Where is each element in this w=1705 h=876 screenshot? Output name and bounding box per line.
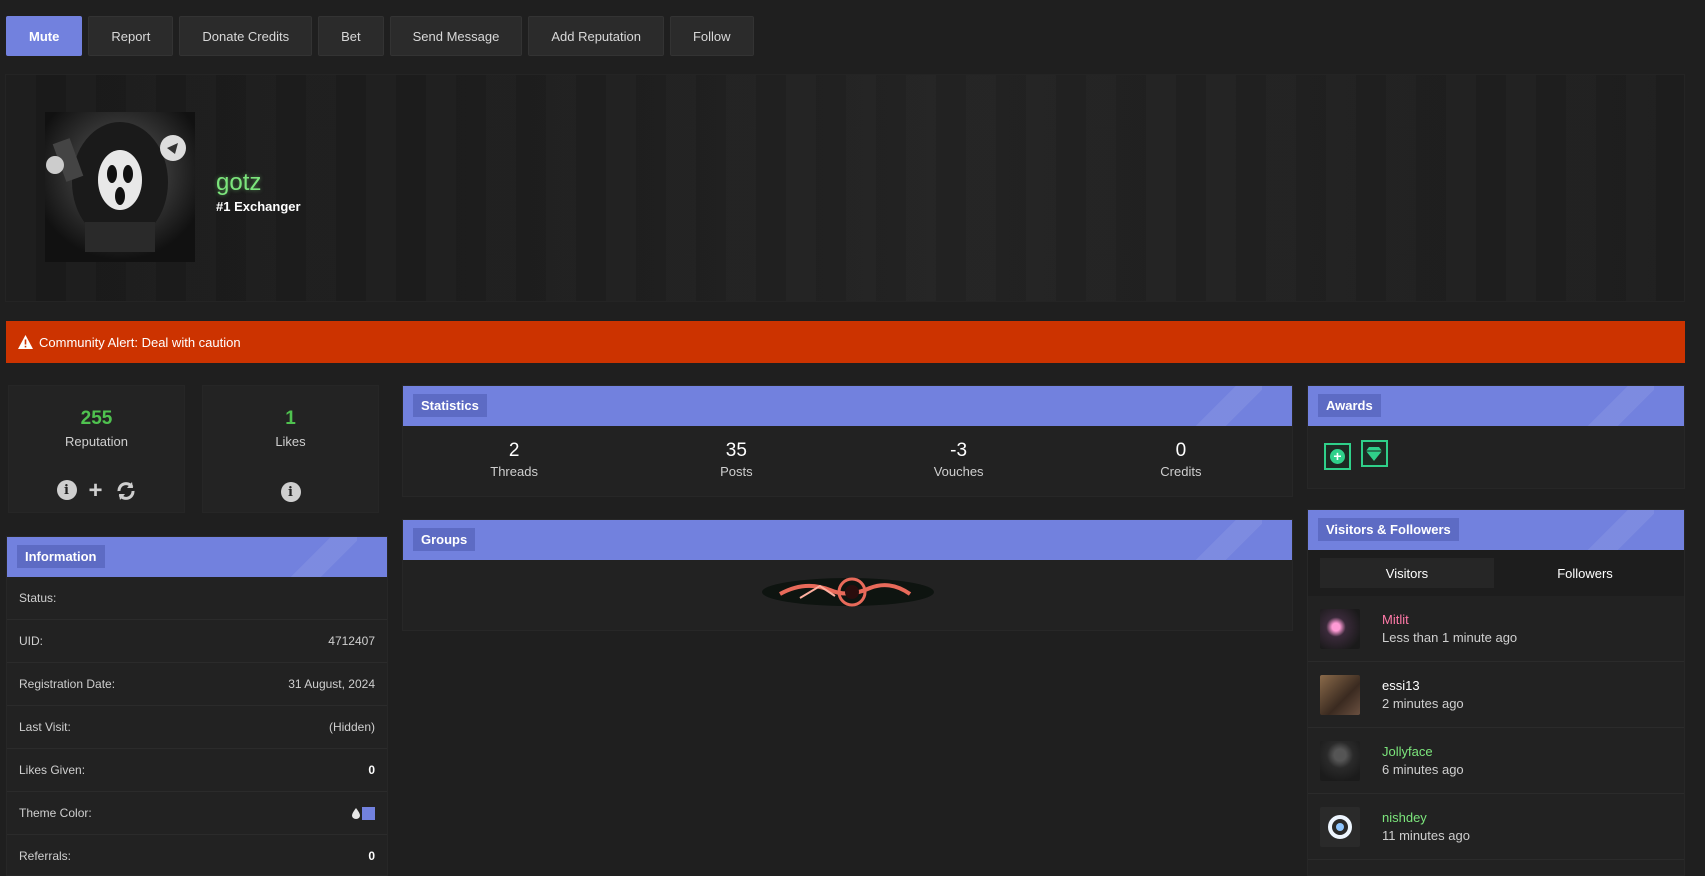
add-reputation-icon[interactable]: +: [85, 479, 107, 503]
donate-credits-button[interactable]: Donate Credits: [179, 16, 313, 56]
refresh-icon[interactable]: [115, 480, 137, 502]
droplet-icon[interactable]: [352, 807, 360, 819]
visitor-avatar: [1320, 806, 1360, 847]
likes-info-icon[interactable]: i: [280, 482, 301, 502]
visitor-time: 11 minutes ago: [1382, 828, 1470, 843]
warning-icon: [18, 335, 33, 349]
plus-badge-icon[interactable]: +: [1324, 442, 1351, 470]
follow-button[interactable]: Follow: [669, 16, 754, 56]
likes-label: Likes: [275, 434, 306, 449]
information-title: Information: [17, 545, 105, 568]
visitors-followers-title: Visitors & Followers: [1318, 518, 1459, 541]
visitor-time: 2 minutes ago: [1382, 696, 1464, 711]
alert-text: Community Alert: Deal with caution: [39, 334, 241, 350]
stat-posts: 35 Posts: [720, 440, 753, 479]
profile-banner: gotz #1 Exchanger: [5, 74, 1685, 302]
send-message-button[interactable]: Send Message: [389, 16, 523, 56]
groups-panel: Groups: [402, 519, 1293, 631]
report-button[interactable]: Report: [88, 16, 174, 56]
info-row-referrals: Referrals: 0: [7, 835, 387, 876]
groups-title: Groups: [413, 528, 476, 551]
visitor-avatar: [1320, 740, 1360, 781]
tab-visitors[interactable]: Visitors: [1320, 558, 1494, 588]
visitor-time: 6 minutes ago: [1382, 762, 1464, 777]
diamond-badge-icon[interactable]: [1360, 440, 1388, 467]
awards-title: Awards: [1318, 394, 1381, 417]
visitor-item[interactable]: essi13 2 minutes ago: [1308, 662, 1684, 728]
visitor-name[interactable]: Mitlit: [1382, 612, 1517, 627]
stat-credits: 0 Credits: [1160, 440, 1202, 479]
visitor-avatar: [1320, 608, 1360, 649]
visitor-avatar: [1320, 674, 1360, 715]
reputation-info-icon[interactable]: i: [56, 480, 77, 500]
info-row-registration-date: Registration Date: 31 August, 2024: [7, 663, 387, 706]
likes-box: 1 Likes i: [202, 385, 379, 513]
profile-username: gotz: [216, 169, 262, 196]
information-panel: Information Status: UID: 4712407 Registra…: [6, 536, 388, 876]
info-row-last-visit: Last Visit: (Hidden): [7, 706, 387, 749]
reputation-value: 255: [80, 408, 113, 429]
tab-followers[interactable]: Followers: [1498, 558, 1672, 588]
ghostface-avatar-image: [46, 122, 186, 252]
awards-panel: Awards +: [1307, 385, 1685, 489]
visitors-followers-panel: Visitors & Followers Visitors Followers …: [1307, 509, 1685, 876]
likes-value: 1: [285, 408, 296, 429]
statistics-title: Statistics: [413, 394, 487, 417]
statistics-panel: Statistics 2 Threads 35 Posts -3 Vouches 0C…: [402, 385, 1293, 497]
stat-threads: 2 Threads: [490, 440, 538, 479]
info-row-theme-color: Theme Color:: [7, 792, 387, 835]
profile-user-title: #1 Exchanger: [216, 199, 301, 214]
reputation-box: 255 Reputation i +: [8, 385, 185, 513]
bet-button[interactable]: Bet: [318, 16, 384, 56]
stat-vouches: -3 Vouches: [933, 440, 984, 479]
reputation-label: Reputation: [65, 434, 128, 449]
mute-button[interactable]: Mute: [6, 16, 83, 56]
visitor-item[interactable]: nishdey 11 minutes ago: [1308, 794, 1684, 860]
group-badge-image[interactable]: [760, 572, 936, 612]
info-row-likes-given: Likes Given: 0: [7, 749, 387, 792]
visitor-name[interactable]: Jollyface: [1382, 744, 1464, 759]
visitor-item[interactable]: Jollyface 6 minutes ago: [1308, 728, 1684, 794]
visitor-name[interactable]: essi13: [1382, 678, 1464, 693]
info-row-status: Status:: [7, 577, 387, 620]
visitor-name[interactable]: nishdey: [1382, 810, 1470, 825]
visitor-item[interactable]: Mitlit Less than 1 minute ago: [1308, 596, 1684, 662]
add-reputation-button[interactable]: Add Reputation: [528, 16, 664, 56]
profile-avatar: [45, 112, 195, 262]
info-row-uid: UID: 4712407: [7, 620, 387, 663]
community-alert: Community Alert: Deal with caution: [6, 321, 1685, 363]
profile-action-bar: Mute Report Donate Credits Bet Send Mess…: [6, 16, 754, 56]
visitor-time: Less than 1 minute ago: [1382, 630, 1518, 645]
theme-color-swatch[interactable]: [362, 806, 375, 820]
